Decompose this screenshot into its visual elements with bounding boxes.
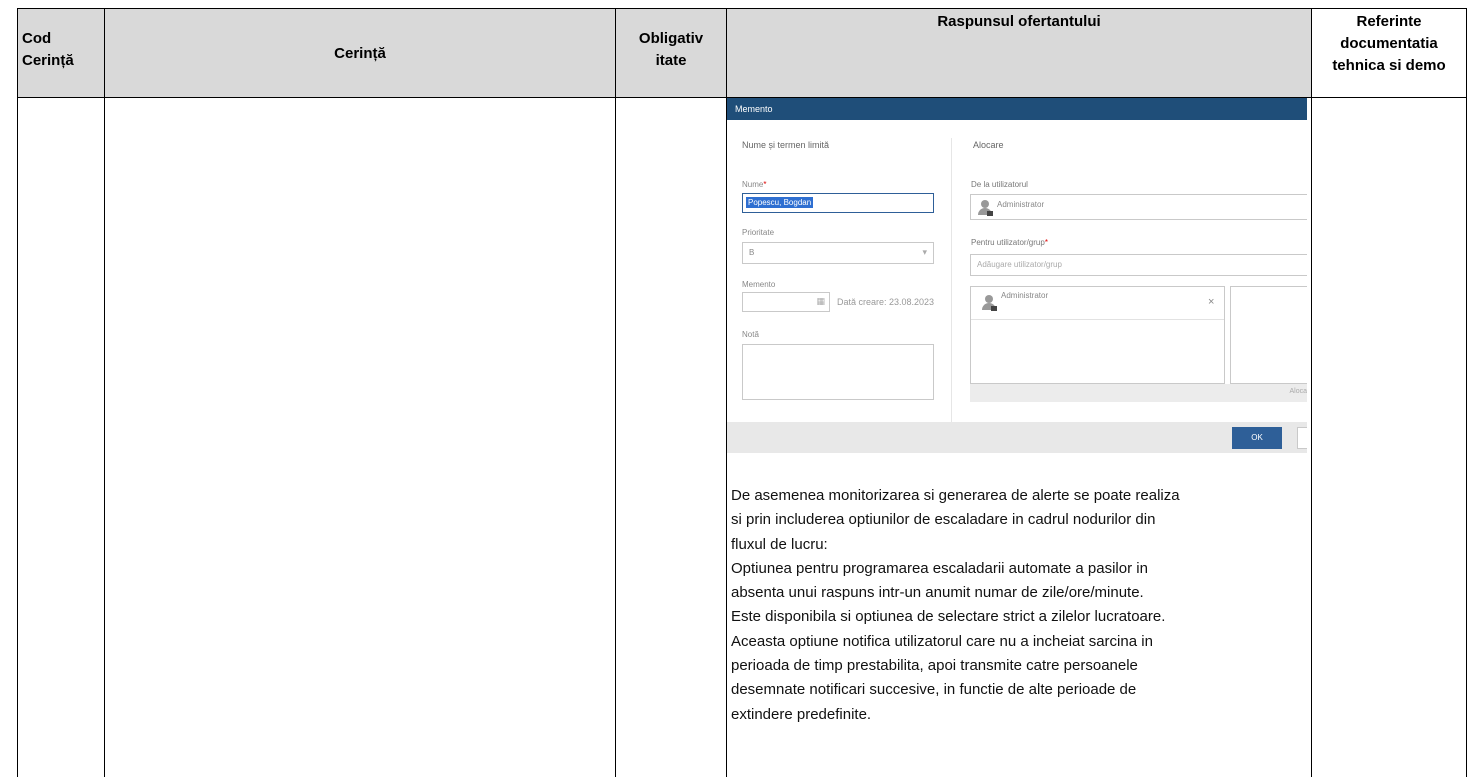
section-alocare: Alocare (973, 140, 1004, 150)
column-divider (615, 8, 616, 777)
de-la-field: Administrator (970, 194, 1307, 220)
header-cerinta: Cerință (334, 45, 386, 62)
assigned-users-list: Administrator × (970, 286, 1225, 384)
dialog-footer (727, 422, 1307, 453)
nota-label: Notă (742, 330, 759, 339)
column-divider (104, 8, 105, 777)
memento-dialog-screenshot: Memento Nume și termen limită Alocare Nu… (727, 98, 1307, 453)
de-la-value: Administrator (997, 200, 1045, 209)
header-bottom-border (17, 97, 1467, 98)
response-line: absenta unui raspuns intr-un anumit numa… (731, 584, 1144, 602)
memento-label: Memento (742, 280, 776, 289)
ok-button[interactable]: OK (1232, 427, 1282, 449)
nume-input-value: Popescu, Bogdan (746, 197, 814, 208)
calendar-icon[interactable]: ▦ (816, 296, 825, 307)
pentru-label: Pentru utilizator/grup* (971, 238, 1048, 247)
column-divider (1311, 8, 1312, 777)
response-line: Aceasta optiune notifica utilizatorul ca… (731, 632, 1153, 650)
user-avatar-icon (981, 295, 997, 311)
table-top-border (17, 8, 1467, 9)
assigned-user-name: Administrator (1001, 291, 1049, 300)
prioritate-label: Prioritate (742, 228, 775, 237)
response-line: Este disponibila si optiunea de selectar… (731, 608, 1166, 626)
user-avatar-icon (977, 200, 993, 216)
response-line: fluxul de lucru: (731, 535, 828, 553)
prioritate-select[interactable]: B ▾ (742, 242, 934, 264)
nota-textarea[interactable] (742, 344, 934, 400)
response-paragraph: De asemenea monitorizarea si generarea d… (731, 484, 1311, 727)
header-raspuns-ofertant: Raspunsul ofertantului (937, 13, 1101, 30)
de-la-label: De la utilizatorul (971, 180, 1028, 189)
add-user-group-placeholder: Adăugare utilizator/grup (977, 260, 1062, 269)
data-creare-text: Dată creare: 23.08.2023 (837, 297, 935, 307)
header-referinte: Referinte documentatia tehnica si demo (1332, 13, 1446, 74)
column-divider (726, 8, 727, 777)
section-nume-termen: Nume și termen limită (742, 140, 830, 150)
nume-label: Nume* (742, 180, 767, 189)
response-line: extindere predefinite. (731, 705, 872, 723)
memento-date-input[interactable]: ▦ (742, 292, 830, 312)
document-page: Cod Cerință Cerință Obligativ itate Rasp… (0, 0, 1479, 777)
close-icon[interactable]: × (1208, 296, 1214, 308)
nume-input[interactable]: Popescu, Bogdan (742, 193, 934, 213)
header-obligativitate: Obligativ itate (638, 30, 704, 69)
table-border-left (17, 8, 18, 777)
secondary-list-panel (1230, 286, 1307, 384)
list-footer: Aloca (970, 384, 1307, 402)
response-line: perioada de timp prestabilita, apoi tran… (731, 657, 1138, 675)
table-border-right (1466, 8, 1467, 777)
alocare-link[interactable]: Aloca (1289, 388, 1307, 395)
add-user-group-input[interactable]: Adăugare utilizator/grup (970, 254, 1307, 276)
response-line: Optiunea pentru programarea escaladarii … (731, 559, 1148, 577)
response-line: desemnate notificari succesive, in funct… (731, 681, 1137, 699)
dialog-column-divider (951, 138, 952, 423)
response-line: si prin includerea optiunilor de escalad… (731, 511, 1156, 529)
dialog-title-bar: Memento (727, 98, 1307, 120)
prioritate-value: B (749, 248, 755, 257)
list-item[interactable]: Administrator × (971, 287, 1224, 320)
chevron-down-icon: ▾ (922, 247, 927, 257)
header-cod-cerinta: Cod Cerință (22, 30, 74, 69)
cancel-button[interactable] (1297, 427, 1307, 449)
response-line: De asemenea monitorizarea si generarea d… (731, 487, 1180, 504)
